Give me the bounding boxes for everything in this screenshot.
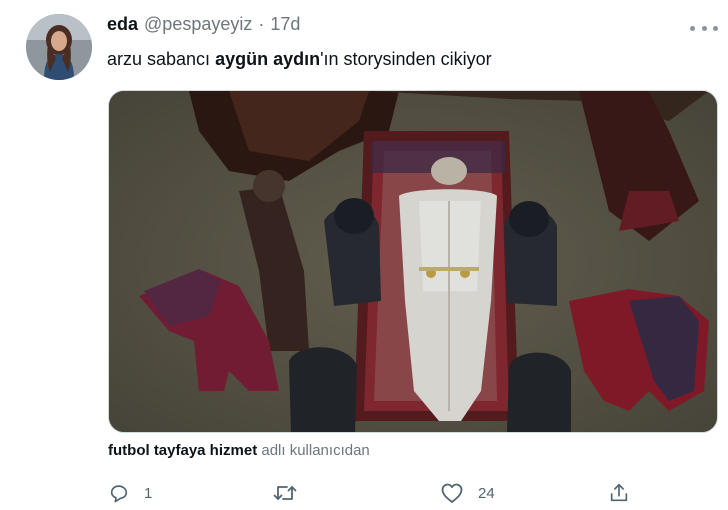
share-button[interactable] (608, 478, 630, 508)
tweet-text-end: 'ın storysinden cikiyor (320, 49, 492, 69)
reply-icon (108, 482, 130, 504)
tweet-timestamp[interactable]: 17d (270, 14, 300, 35)
heart-icon (440, 482, 464, 504)
tweet-header: eda @pespayeyiz · 17d (107, 14, 300, 40)
media-attribution: futbol tayfaya hizmet adlı kullanıcıdan (108, 442, 370, 459)
more-horizontal-icon[interactable] (690, 20, 718, 36)
retweet-icon (272, 482, 298, 504)
tweet-actions: 1 24 (0, 478, 728, 508)
tweet-media-image[interactable] (108, 90, 718, 433)
like-button[interactable]: 24 (440, 478, 495, 508)
share-icon (608, 482, 630, 504)
reply-count: 1 (144, 484, 153, 502)
tweet-text-start: arzu sabancı (107, 49, 216, 69)
attribution-source[interactable]: futbol tayfaya hizmet (108, 442, 257, 459)
avatar[interactable] (26, 14, 92, 80)
header-separator: · (258, 14, 265, 34)
tweet-text-mention: aygün aydın (215, 49, 321, 69)
reply-button[interactable]: 1 (108, 478, 152, 508)
display-name[interactable]: eda (107, 14, 138, 35)
user-handle[interactable]: @pespayeyiz (144, 14, 252, 35)
retweet-button[interactable] (272, 478, 312, 508)
attribution-text: adlı kullanıcıdan (261, 442, 370, 459)
tweet-text: arzu sabancı aygün aydın'ın storysinden … (107, 49, 492, 70)
tweet[interactable]: eda @pespayeyiz · 17d arzu sabancı aygün… (0, 0, 728, 510)
like-count: 24 (478, 484, 495, 502)
